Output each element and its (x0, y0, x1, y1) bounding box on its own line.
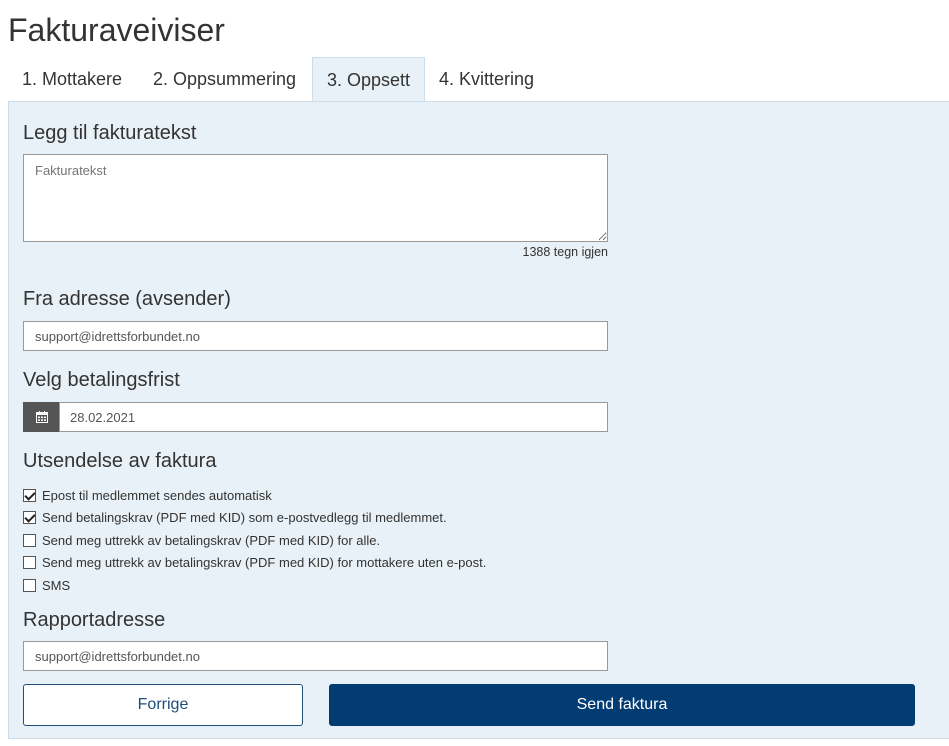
tab-kvittering[interactable]: 4. Kvittering (425, 57, 548, 101)
from-address-heading: Fra adresse (avsender) (23, 288, 231, 310)
tab-oppsett[interactable]: 3. Oppsett (312, 57, 426, 102)
report-address-input[interactable] (23, 641, 608, 671)
option-label: Send meg uttrekk av betalingskrav (PDF m… (42, 532, 381, 548)
option-email-auto[interactable]: Epost til medlemmet sendes automatisk (23, 484, 486, 507)
report-address-heading: Rapportadresse (23, 609, 166, 631)
option-label: Send meg uttrekk av betalingskrav (PDF m… (42, 555, 487, 571)
tab-oppsummering[interactable]: 2. Oppsummering (139, 57, 310, 101)
tab-mottakere[interactable]: 1. Mottakere (8, 57, 136, 101)
invoice-text-heading: Legg til fakturatekst (23, 122, 197, 144)
option-label: SMS (42, 577, 71, 593)
option-extract-no-email-checkbox[interactable] (23, 556, 36, 570)
delivery-heading: Utsendelse av faktura (23, 450, 217, 472)
option-pdf-attachment[interactable]: Send betalingskrav (PDF med KID) som e-p… (23, 507, 486, 530)
page-title: Fakturaveiviser (8, 12, 225, 48)
option-sms[interactable]: SMS (23, 574, 486, 597)
due-date-field (23, 402, 608, 432)
calendar-button[interactable] (23, 402, 60, 432)
previous-button[interactable]: Forrige (23, 684, 303, 726)
invoice-text-input[interactable] (23, 154, 608, 242)
option-extract-all-checkbox[interactable] (23, 533, 36, 547)
wizard-tabs: 1. Mottakere 2. Oppsummering 3. Oppsett … (8, 57, 949, 102)
option-extract-all[interactable]: Send meg uttrekk av betalingskrav (PDF m… (23, 529, 486, 552)
option-sms-checkbox[interactable] (23, 578, 36, 592)
settings-panel: Legg til fakturatekst 1388 tegn igjen Fr… (8, 101, 949, 739)
option-pdf-attachment-checkbox[interactable] (23, 511, 36, 525)
calendar-icon (36, 411, 48, 423)
option-label: Epost til medlemmet sendes automatisk (42, 487, 272, 503)
option-email-auto-checkbox[interactable] (23, 488, 36, 502)
option-extract-no-email[interactable]: Send meg uttrekk av betalingskrav (PDF m… (23, 552, 486, 575)
remaining-characters: 1388 tegn igjen (522, 245, 609, 259)
send-invoice-button[interactable]: Send faktura (329, 684, 915, 726)
delivery-options: Epost til medlemmet sendes automatisk Se… (23, 484, 486, 597)
due-date-heading: Velg betalingsfrist (23, 369, 180, 391)
from-address-input[interactable] (23, 321, 608, 351)
due-date-input[interactable] (59, 402, 608, 432)
option-label: Send betalingskrav (PDF med KID) som e-p… (42, 510, 447, 526)
